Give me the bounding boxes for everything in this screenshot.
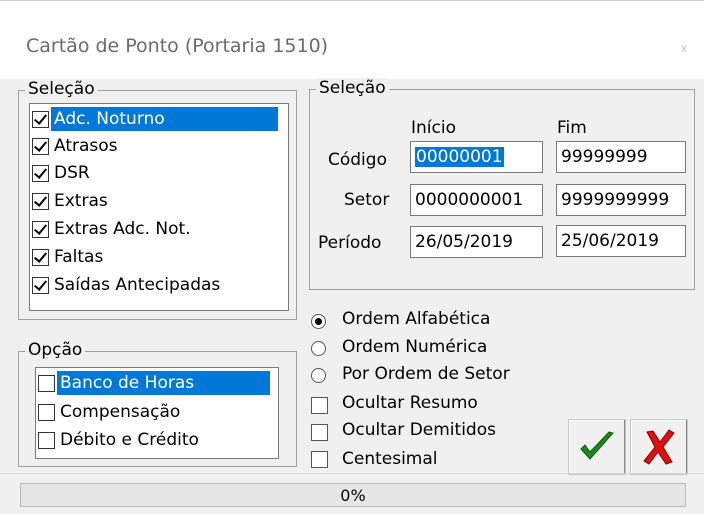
codigo-end-input[interactable]: 99999999 [556,141,686,173]
checkbox-label-ocultar-resumo: Ocultar Resumo [342,393,478,413]
selecao-item-label: DSR [54,163,90,183]
opcao-group: Opção Banco de Horas Compensação Débito … [18,340,297,467]
selecao-item-label: Faltas [54,247,104,267]
checkbox-unchecked-icon[interactable] [38,374,55,392]
range-group-label: Seleção [316,78,389,98]
checkbox-checked-icon[interactable] [32,137,49,155]
checkbox-unchecked-icon[interactable] [38,403,55,421]
checkbox-checked-icon[interactable] [32,220,49,238]
radio-por-ordem-de-setor[interactable] [311,368,326,383]
opcao-item-banco-de-horas[interactable]: Banco de Horas [38,370,270,396]
setor-end-value: 9999999999 [561,190,670,210]
codigo-end-value: 99999999 [561,147,648,167]
periodo-end-value: 25/06/2019 [561,231,659,251]
selecao-item-faltas[interactable]: Faltas [32,244,106,270]
selecao-item-dsr[interactable]: DSR [32,160,93,186]
checkbox-unchecked-icon[interactable] [38,431,55,449]
periodo-start-value: 26/05/2019 [415,232,513,252]
codigo-start-value: 00000001 [415,147,504,167]
checkmark-icon [580,431,614,460]
periodo-start-input[interactable]: 26/05/2019 [410,226,543,258]
checkbox-checked-icon[interactable] [32,276,49,294]
selecao-item-label: Atrasos [54,136,118,156]
selecao-item-extras-adc-not[interactable]: Extras Adc. Not. [32,216,194,242]
checkbox-ocultar-resumo[interactable] [311,397,328,414]
opcao-item-label: Compensação [60,402,181,422]
selecao-item-label: Extras Adc. Not. [54,219,191,239]
window-title: Cartão de Ponto (Portaria 1510) [26,35,329,57]
periodo-end-input[interactable]: 25/06/2019 [556,225,686,257]
radio-label-ordem-alfabetica: Ordem Alfabética [342,309,491,329]
progress-text: 0% [340,486,366,505]
selecao-item-label: Adc. Noturno [51,107,278,131]
selecao-item-saidas-antecipadas[interactable]: Saídas Antecipadas [32,272,223,298]
cross-icon [643,429,675,465]
confirm-button[interactable] [568,419,626,475]
checkbox-checked-icon[interactable] [32,164,49,182]
checkbox-ocultar-demitidos[interactable] [311,424,328,441]
checkbox-checked-icon[interactable] [32,192,49,210]
checkbox-checked-icon[interactable] [32,110,49,128]
opcao-item-label: Banco de Horas [57,371,270,395]
checkbox-checked-icon[interactable] [32,248,49,266]
row-label-codigo: Código [328,150,387,170]
selecao-item-atrasos[interactable]: Atrasos [32,133,121,159]
selecao-item-label: Saídas Antecipadas [54,275,221,295]
column-header-inicio: Início [411,118,456,138]
setor-end-input[interactable]: 9999999999 [556,184,686,216]
selecao-item-extras[interactable]: Extras [32,188,111,214]
selecao-item-label: Extras [54,191,108,211]
opcao-item-debito-e-credito[interactable]: Débito e Crédito [38,427,202,453]
selecao-item-adc-noturno[interactable]: Adc. Noturno [32,106,278,132]
opcao-item-label: Débito e Crédito [60,430,199,450]
selecao-listbox[interactable]: Adc. Noturno Atrasos DSR Extras Extras A… [29,103,289,311]
close-button[interactable]: x [672,36,696,60]
selecao-group: Seleção Adc. Noturno Atrasos DSR Extras … [18,79,297,320]
selecao-group-label: Seleção [25,79,98,99]
row-label-setor: Setor [344,190,390,210]
setor-start-value: 0000000001 [415,190,524,210]
range-group: Seleção Início Fim Código 00000001 99999… [309,78,695,290]
dialog-window: Cartão de Ponto (Portaria 1510) x Seleçã… [0,0,704,514]
setor-start-input[interactable]: 0000000001 [410,184,543,216]
radio-label-ordem-numerica: Ordem Numérica [342,337,488,357]
checkbox-label-centesimal: Centesimal [342,449,438,469]
checkbox-centesimal[interactable] [311,451,328,468]
opcao-group-label: Opção [25,340,86,360]
codigo-start-input[interactable]: 00000001 [410,141,543,173]
column-header-fim: Fim [557,118,587,138]
radio-ordem-numerica[interactable] [311,341,326,356]
progress-bar: 0% [20,483,686,507]
radio-ordem-alfabetica[interactable] [311,314,326,329]
checkbox-label-ocultar-demitidos: Ocultar Demitidos [342,420,496,440]
title-bar: Cartão de Ponto (Portaria 1510) x [0,1,704,79]
opcao-listbox[interactable]: Banco de Horas Compensação Débito e Créd… [35,367,279,459]
cancel-button[interactable] [630,419,688,475]
radio-label-por-ordem-de-setor: Por Ordem de Setor [342,364,510,384]
row-label-periodo: Período [318,233,382,253]
opcao-item-compensacao[interactable]: Compensação [38,399,183,425]
